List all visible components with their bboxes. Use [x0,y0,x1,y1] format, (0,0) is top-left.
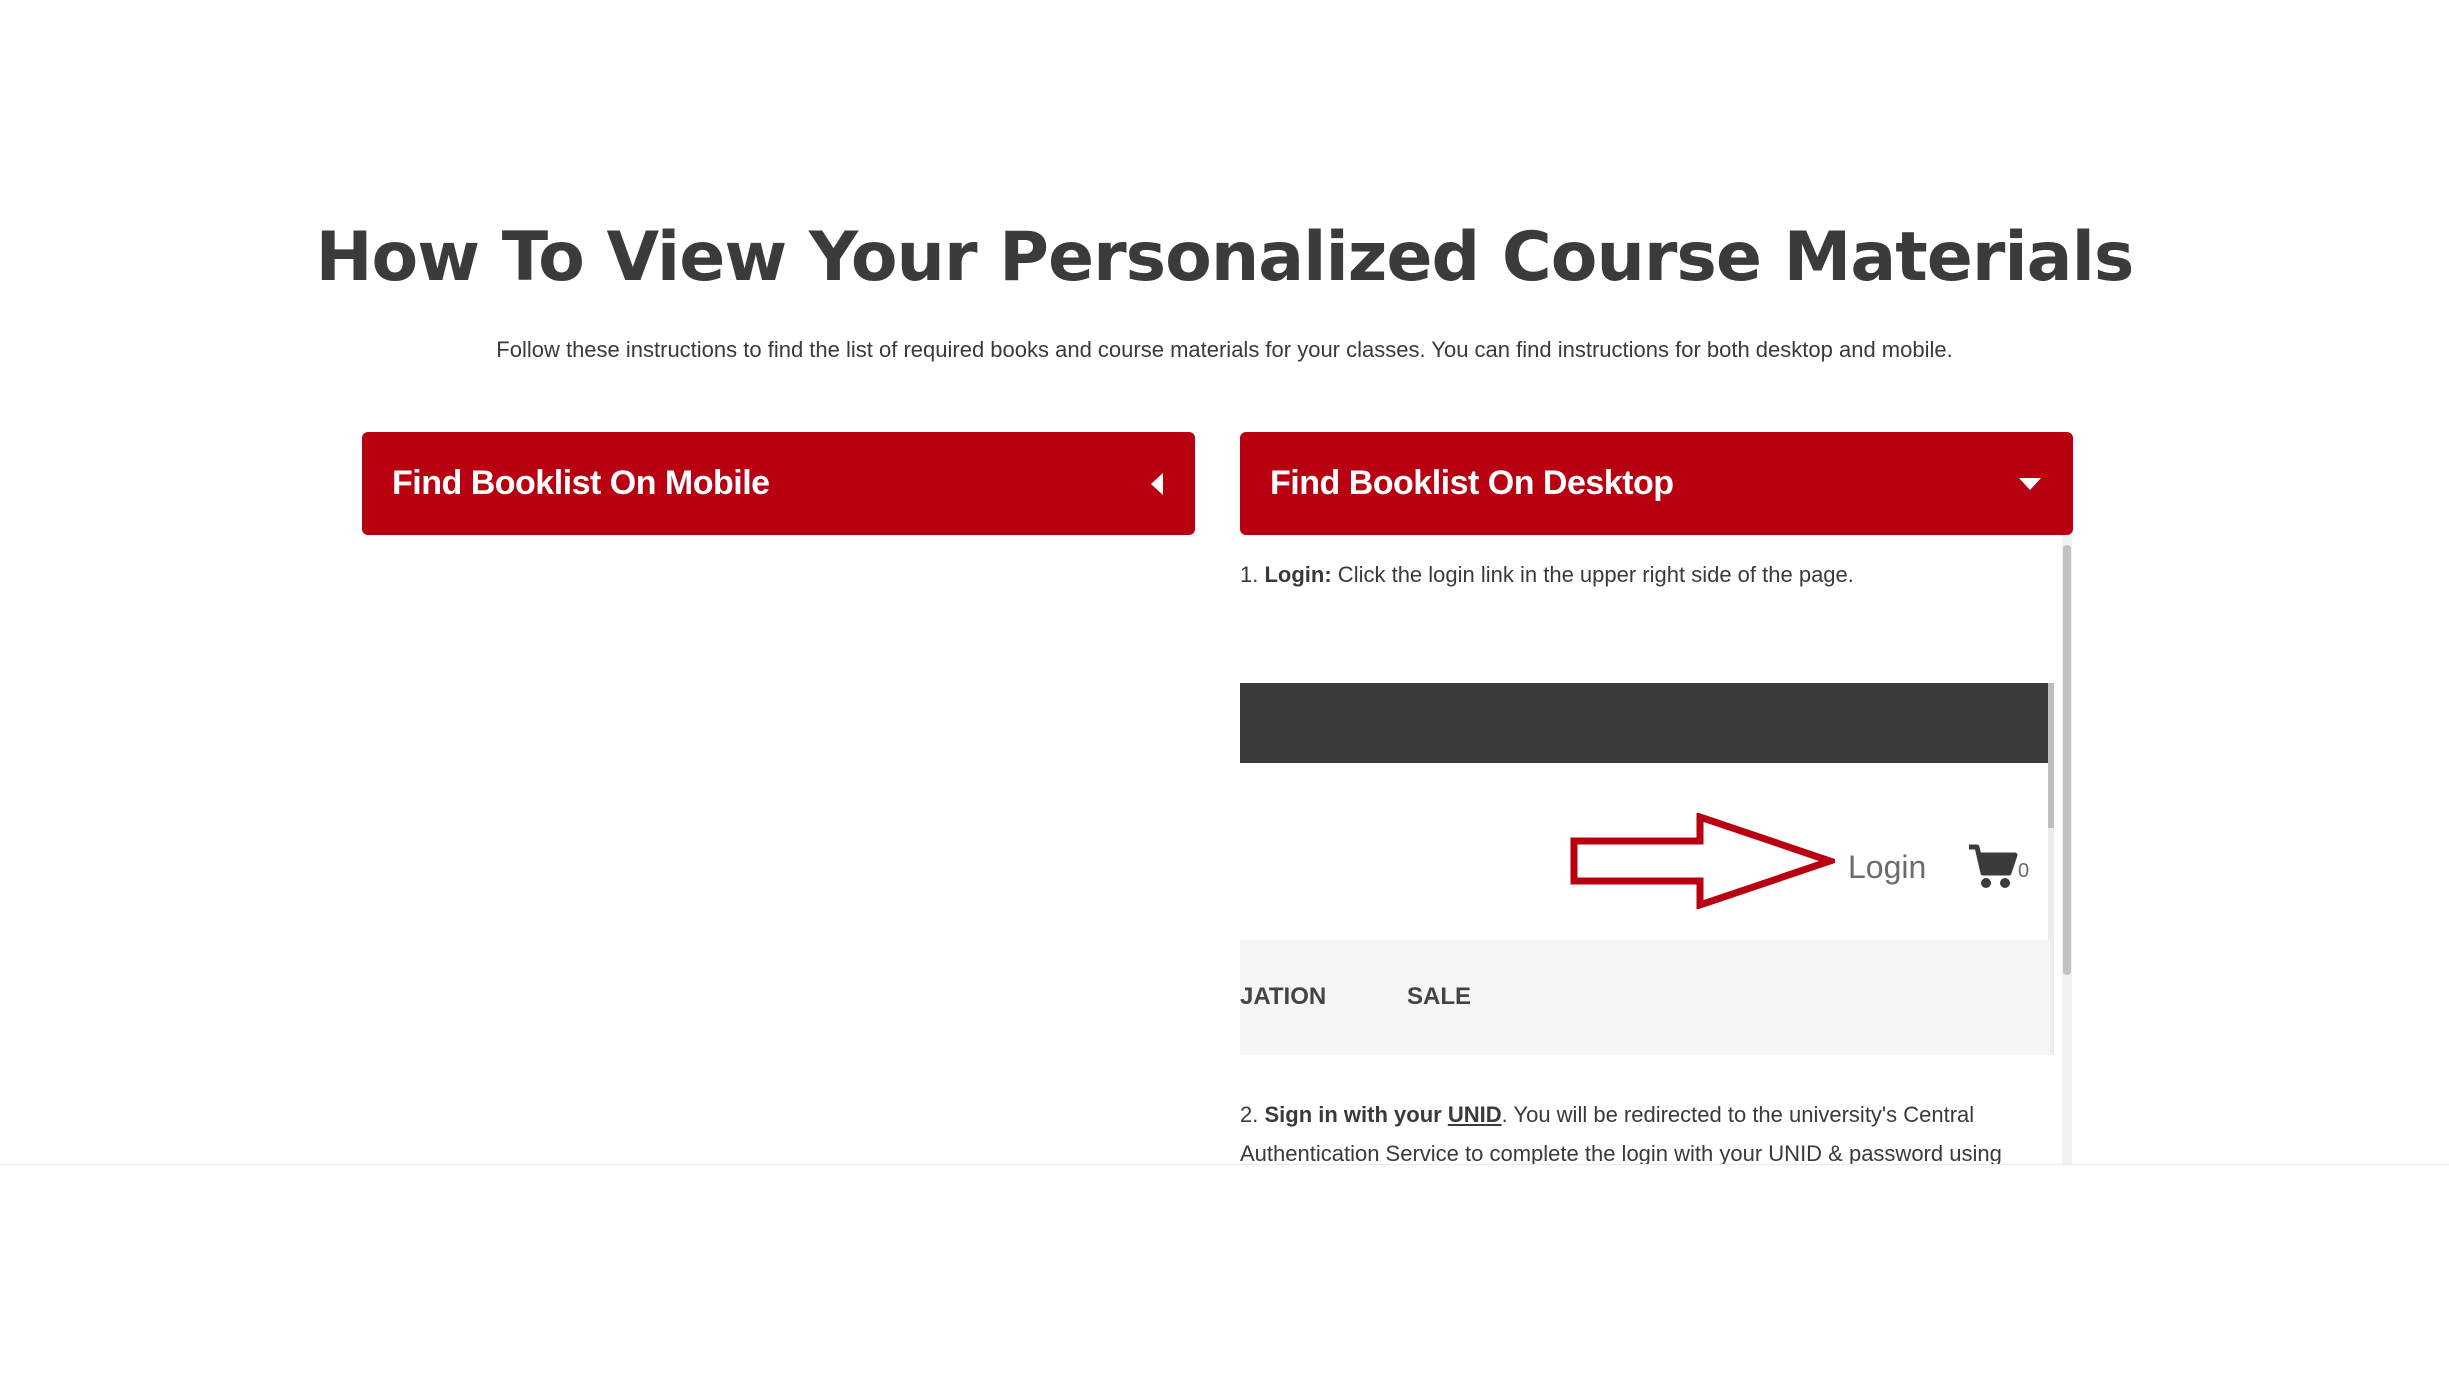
unid-link[interactable]: UNID [1448,1102,1502,1127]
screenshot-login-link: Login [1848,849,1927,885]
cart-icon [1969,844,2018,888]
step-2-number: 2. [1240,1102,1259,1127]
accordion-mobile-label: Find Booklist On Mobile [392,464,770,502]
screenshot-header-bar [1240,683,2050,763]
accordion-desktop-header[interactable]: Find Booklist On Desktop [1240,432,2073,535]
intro-text: Follow these instructions to find the li… [496,337,1953,362]
screenshot-nav-item: JATION [1240,983,1327,1010]
page-title: How To View Your Personalized Course Mat… [315,218,2135,297]
step-2: 2. Sign in with your UNID. You will be r… [1240,1095,2040,1165]
screenshot-nav-item: SALE [1407,983,1472,1010]
accordion-desktop-label: Find Booklist On Desktop [1270,464,1674,502]
panel-scroll-thumb[interactable] [2063,545,2071,975]
step-1-number: 1. [1240,562,1259,587]
desktop-instructions-panel: 1. Login: Click the login link in the up… [1240,535,2072,1165]
step-2-bold: Sign in with your [1264,1102,1442,1127]
caret-left-icon [1151,472,1163,495]
caret-down-icon [2019,477,2041,490]
screenshot-nav-bar: JATION SALE [1240,940,2050,1055]
screenshot-cart-count: 0 [2018,860,2030,882]
divider [0,1164,2449,1165]
step-1-bold: Login: [1264,562,1332,587]
step-1-text: Click the login link in the upper right … [1331,562,1854,587]
accordion-mobile-header[interactable]: Find Booklist On Mobile [362,432,1195,535]
step-1: 1. Login: Click the login link in the up… [1240,555,2040,594]
login-screenshot: Login 0 JATION SALE [1240,683,2054,1055]
red-arrow-icon [1570,813,1835,909]
screenshot-scroll-thumb [2048,683,2054,828]
